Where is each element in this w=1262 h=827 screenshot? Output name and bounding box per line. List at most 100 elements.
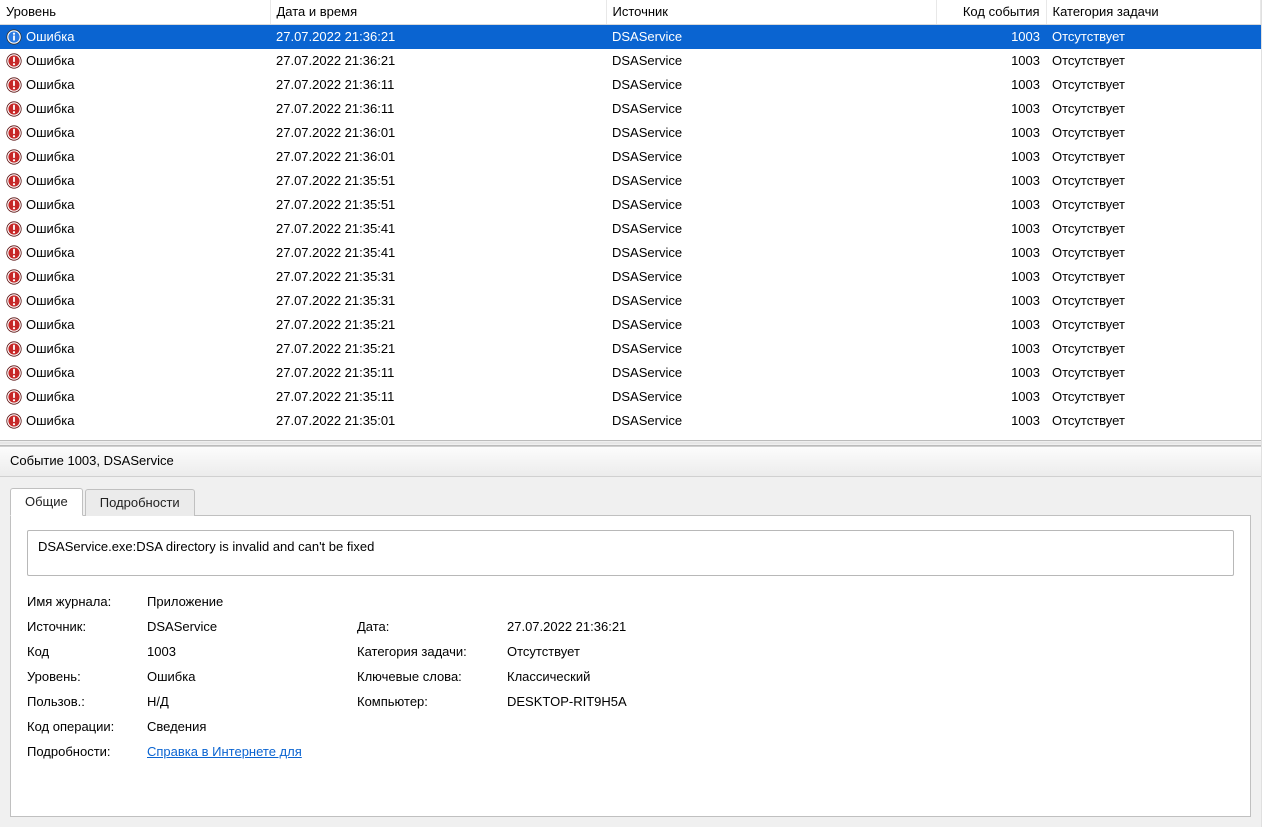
event-details-pane: Событие 1003, DSAService Общие Подробнос… xyxy=(0,446,1261,827)
row-datetime: 27.07.2022 21:36:01 xyxy=(270,145,606,169)
event-properties-grid: Имя журнала: Приложение Источник: DSASer… xyxy=(27,594,1234,759)
row-source: DSAService xyxy=(606,361,936,385)
row-task-category: Отсутствует xyxy=(1046,265,1261,289)
lbl-source: Источник: xyxy=(27,619,137,634)
row-datetime: 27.07.2022 21:36:11 xyxy=(270,73,606,97)
error-icon xyxy=(6,77,22,93)
row-event-id: 1003 xyxy=(936,337,1046,361)
row-event-id: 1003 xyxy=(936,169,1046,193)
tab-general[interactable]: Общие xyxy=(10,488,83,516)
row-level-text: Ошибка xyxy=(26,197,74,212)
table-row[interactable]: Ошибка27.07.2022 21:35:41DSAService1003О… xyxy=(0,217,1261,241)
val-user: Н/Д xyxy=(147,694,347,709)
val-event-id: 1003 xyxy=(147,644,347,659)
row-event-id: 1003 xyxy=(936,121,1046,145)
row-event-id: 1003 xyxy=(936,25,1046,49)
row-source: DSAService xyxy=(606,49,936,73)
val-level: Ошибка xyxy=(147,669,347,684)
val-date: 27.07.2022 21:36:21 xyxy=(507,619,1234,634)
row-datetime: 27.07.2022 21:36:01 xyxy=(270,121,606,145)
lbl-log-name: Имя журнала: xyxy=(27,594,137,609)
row-task-category: Отсутствует xyxy=(1046,121,1261,145)
row-task-category: Отсутствует xyxy=(1046,49,1261,73)
row-source: DSAService xyxy=(606,145,936,169)
error-icon xyxy=(6,293,22,309)
row-level-text: Ошибка xyxy=(26,221,74,236)
col-event-id[interactable]: Код события xyxy=(936,0,1046,25)
lbl-more-info: Подробности: xyxy=(27,744,137,759)
event-message-box[interactable]: DSAService.exe:DSA directory is invalid … xyxy=(27,530,1234,576)
col-source[interactable]: Источник xyxy=(606,0,936,25)
table-row[interactable]: Ошибка27.07.2022 21:35:11DSAService1003О… xyxy=(0,361,1261,385)
row-event-id: 1003 xyxy=(936,409,1046,433)
table-row[interactable]: Ошибка 27.07.2022 21:35:51DSAService1003О… xyxy=(0,193,1261,217)
row-datetime: 27.07.2022 21:36:21 xyxy=(270,49,606,73)
tab-details[interactable]: Подробности xyxy=(85,489,195,516)
error-icon xyxy=(6,125,22,141)
error-icon xyxy=(6,365,22,381)
table-row[interactable]: Ошибка27.07.2022 21:35:21DSAService1003О… xyxy=(0,313,1261,337)
row-level-text: Ошибка xyxy=(26,341,74,356)
row-datetime: 27.07.2022 21:35:01 xyxy=(270,409,606,433)
row-source: DSAService xyxy=(606,193,936,217)
row-event-id: 1003 xyxy=(936,217,1046,241)
error-icon xyxy=(6,221,22,237)
row-task-category: Отсутствует xyxy=(1046,217,1261,241)
row-level-text: Ошибка xyxy=(26,269,74,284)
lbl-opcode: Код операции: xyxy=(27,719,137,734)
table-header-row: Уровень Дата и время Источник Код событи… xyxy=(0,0,1261,25)
row-event-id: 1003 xyxy=(936,145,1046,169)
row-source: DSAService xyxy=(606,313,936,337)
row-datetime: 27.07.2022 21:35:51 xyxy=(270,193,606,217)
table-row[interactable]: Ошибка27.07.2022 21:35:31DSAService1003О… xyxy=(0,289,1261,313)
val-opcode: Сведения xyxy=(147,719,1234,734)
error-icon xyxy=(6,173,22,189)
row-source: DSAService xyxy=(606,73,936,97)
error-icon xyxy=(6,245,22,261)
table-row[interactable]: Ошибка27.07.2022 21:35:01DSAService1003О… xyxy=(0,409,1261,433)
val-computer: DESKTOP-RIT9H5A xyxy=(507,694,1234,709)
table-row[interactable]: Ошибка27.07.2022 21:35:11DSAService1003О… xyxy=(0,385,1261,409)
table-row[interactable]: Ошибка27.07.2022 21:36:21DSAService1003О… xyxy=(0,25,1261,49)
event-viewer-window: Уровень Дата и время Источник Код событи… xyxy=(0,0,1262,827)
table-row[interactable]: Ошибка27.07.2022 21:35:31DSAService1003О… xyxy=(0,265,1261,289)
lbl-keywords: Ключевые слова: xyxy=(357,669,497,684)
row-source: DSAService xyxy=(606,217,936,241)
table-row[interactable]: Ошибка27.07.2022 21:36:11DSAService1003О… xyxy=(0,73,1261,97)
table-row[interactable]: Ошибка 27.07.2022 21:36:01DSAService1003О… xyxy=(0,145,1261,169)
row-task-category: Отсутствует xyxy=(1046,145,1261,169)
table-row[interactable]: Ошибка27.07.2022 21:36:11DSAService1003О… xyxy=(0,97,1261,121)
row-event-id: 1003 xyxy=(936,361,1046,385)
table-row[interactable]: Ошибка27.07.2022 21:35:21DSAService1003О… xyxy=(0,337,1261,361)
lbl-event-id: Код xyxy=(27,644,137,659)
row-task-category: Отсутствует xyxy=(1046,25,1261,49)
col-task-category[interactable]: Категория задачи xyxy=(1046,0,1261,25)
val-keywords: Классический xyxy=(507,669,1234,684)
row-source: DSAService xyxy=(606,337,936,361)
row-task-category: Отсутствует xyxy=(1046,73,1261,97)
table-row[interactable]: Ошибка27.07.2022 21:36:01DSAService1003О… xyxy=(0,121,1261,145)
table-row[interactable]: Ошибка27.07.2022 21:35:51DSAService1003О… xyxy=(0,169,1261,193)
row-level-text: Ошибка xyxy=(26,101,74,116)
row-level-text: Ошибка xyxy=(26,149,74,164)
row-level-text: Ошибка xyxy=(26,29,74,44)
row-task-category: Отсутствует xyxy=(1046,289,1261,313)
event-table: Уровень Дата и время Источник Код событи… xyxy=(0,0,1261,433)
row-event-id: 1003 xyxy=(936,193,1046,217)
online-help-link[interactable]: Справка в Интернете для xyxy=(147,744,302,759)
row-source: DSAService xyxy=(606,385,936,409)
table-row[interactable]: Ошибка27.07.2022 21:35:41DSAService1003О… xyxy=(0,241,1261,265)
row-level-text: Ошибка xyxy=(26,245,74,260)
col-datetime[interactable]: Дата и время xyxy=(270,0,606,25)
row-datetime: 27.07.2022 21:35:21 xyxy=(270,337,606,361)
table-row[interactable]: Ошибка27.07.2022 21:36:21DSAService1003О… xyxy=(0,49,1261,73)
row-task-category: Отсутствует xyxy=(1046,241,1261,265)
col-level[interactable]: Уровень xyxy=(0,0,270,25)
lbl-task-category: Категория задачи: xyxy=(357,644,497,659)
row-event-id: 1003 xyxy=(936,241,1046,265)
row-event-id: 1003 xyxy=(936,97,1046,121)
row-task-category: Отсутствует xyxy=(1046,193,1261,217)
error-icon xyxy=(6,389,22,405)
row-event-id: 1003 xyxy=(936,49,1046,73)
error-icon xyxy=(6,101,22,117)
